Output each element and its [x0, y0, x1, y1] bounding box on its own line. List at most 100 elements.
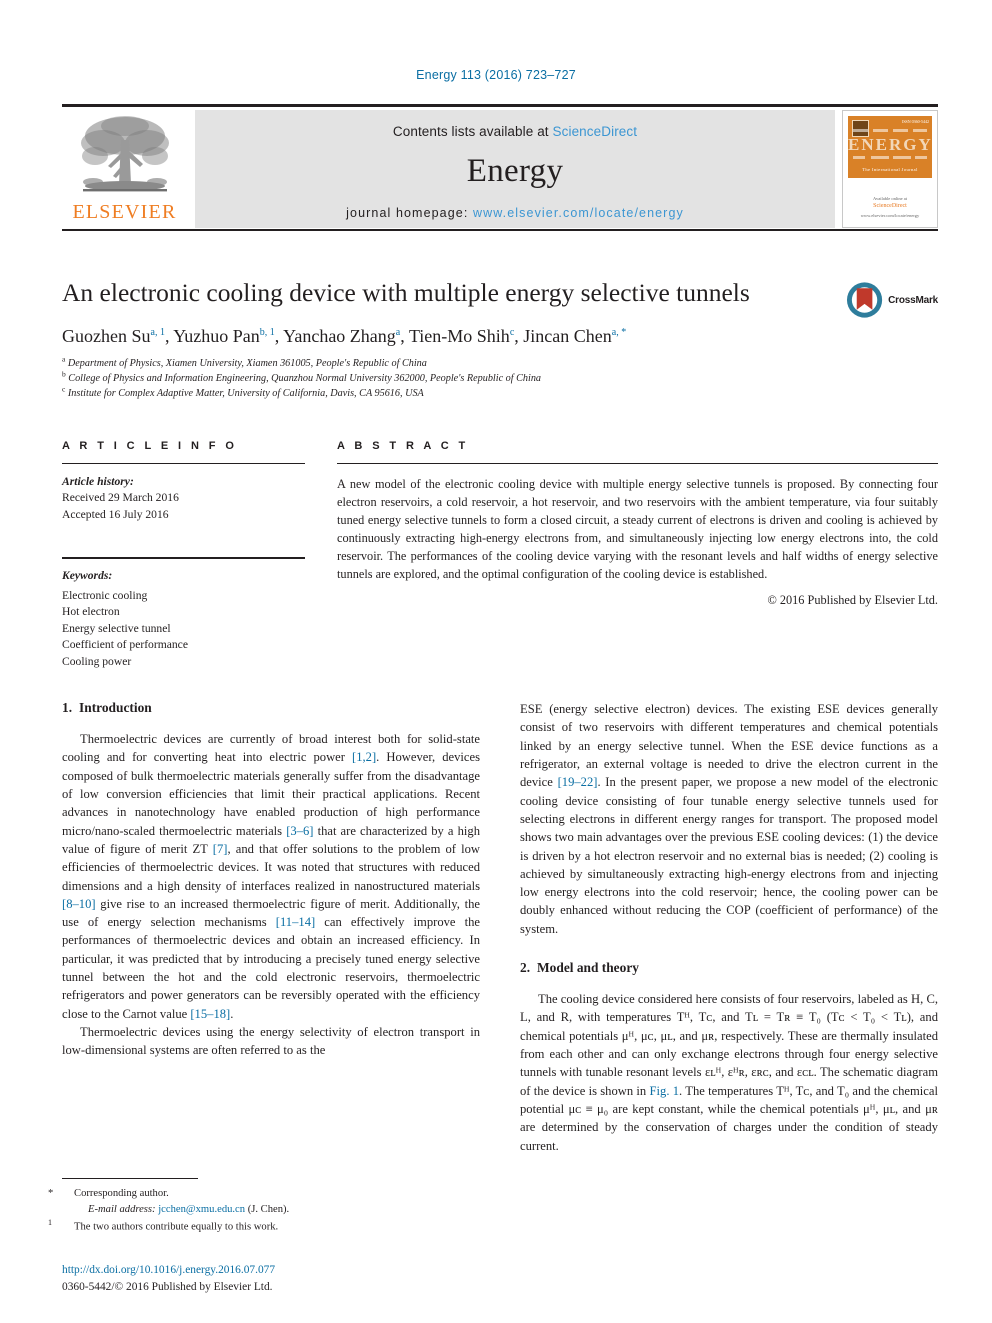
affiliation-mark: c	[62, 384, 66, 394]
math-inline: μᴄ ≡ μ₀	[568, 1101, 609, 1116]
journal-cover-thumbnail: ISSN 0360-5442 ENERGY The International …	[842, 110, 938, 228]
footnote-corresponding-author: * Corresponding author.	[48, 1186, 480, 1202]
author-entry: Yanchao Zhanga,	[283, 326, 409, 346]
footnote-text: The two authors contribute equally to th…	[74, 1221, 279, 1233]
article-history-block: Article history: Received 29 March 2016 …	[62, 474, 305, 523]
cover-footer-line1: Available online at	[873, 196, 907, 202]
crossmark-label: CrossMark	[888, 294, 938, 306]
cover-footer: Available online at ScienceDirect www.el…	[848, 195, 932, 219]
contents-available-line: Contents lists available at ScienceDirec…	[393, 124, 637, 139]
abstract-heading: A B S T R A C T	[337, 440, 469, 452]
author-marks: a, *	[611, 326, 627, 338]
article-info-rule	[62, 463, 305, 464]
masthead-top-rule	[62, 104, 938, 107]
text-run: are determined by the conservation of ch…	[520, 1120, 938, 1153]
sciencedirect-link[interactable]: ScienceDirect	[553, 124, 638, 139]
section-heading-model-and-theory: 2. Model and theory	[520, 960, 938, 976]
math-inline: εʟᴴ, εᴴʀ, εʀᴄ, and εᴄʟ	[704, 1065, 814, 1080]
cover-decor-lines	[853, 129, 927, 132]
citation-ref[interactable]: [3–6]	[286, 824, 313, 838]
author-name: Tien-Mo Shih	[408, 325, 510, 346]
author-entry: Tien-Mo Shihc,	[409, 326, 523, 346]
running-head: Energy 113 (2016) 723–727	[416, 68, 576, 82]
author-sep: ,	[400, 325, 409, 346]
keyword-item: Energy selective tunnel	[62, 621, 171, 635]
author-sep: ,	[274, 325, 284, 346]
footnote-marker: 1	[48, 1218, 52, 1228]
author-sep: ,	[514, 325, 524, 346]
citation-ref[interactable]: [11–14]	[276, 915, 315, 929]
text-run: are kept constant, while the chemical po…	[608, 1101, 864, 1116]
section-title: Model and theory	[537, 960, 639, 976]
page-title: An electronic cooling device with multip…	[62, 278, 750, 307]
doi-link[interactable]: http://dx.doi.org/10.1016/j.energy.2016.…	[62, 1262, 562, 1279]
text-run: . In the present paper, we propose a new…	[520, 775, 938, 936]
math-inline: Tᴴ, Tᴄ, and T₀	[776, 1083, 850, 1098]
footnote-rule	[62, 1178, 198, 1179]
author-entry: Guozhen Sua, 1,	[62, 326, 173, 346]
section-number: 2.	[520, 960, 531, 976]
journal-masthead: ELSEVIER Contents lists available at Sci…	[62, 104, 938, 232]
paragraph: Thermoelectric devices are currently of …	[62, 730, 480, 1023]
author-entry: Jincan Chena, *	[523, 326, 626, 346]
author-name: Jincan Chen	[523, 325, 612, 346]
footer-doi-block: http://dx.doi.org/10.1016/j.energy.2016.…	[62, 1262, 562, 1296]
abstract-text: A new model of the electronic cooling de…	[337, 477, 938, 582]
homepage-label: journal homepage:	[346, 206, 473, 220]
citation-ref[interactable]: [1,2]	[352, 750, 376, 764]
crossmark-badge[interactable]: CrossMark	[846, 280, 938, 320]
masthead-center-panel: Contents lists available at ScienceDirec…	[195, 110, 835, 228]
footnotes-block: * Corresponding author. E-mail address: j…	[48, 1178, 480, 1236]
text-run: can effectively improve the performances…	[62, 915, 480, 1021]
author-list: Guozhen Sua, 1, Yuzhuo Panb, 1, Yanchao …	[62, 325, 938, 348]
author-name: Guozhen Su	[62, 325, 151, 346]
author-name: Yanchao Zhang	[283, 325, 396, 346]
right-column: ESE (energy selective electron) devices.…	[520, 700, 938, 1155]
paragraph: The cooling device considered here consi…	[520, 990, 938, 1155]
citation-ref[interactable]: [15–18]	[190, 1007, 230, 1021]
article-header: An electronic cooling device with multip…	[62, 278, 938, 401]
footnote-equal-contribution: 1 The two authors contribute equally to t…	[48, 1217, 480, 1235]
article-accepted: Accepted 16 July 2016	[62, 507, 169, 521]
text-run: (	[820, 1010, 831, 1025]
keyword-item: Hot electron	[62, 605, 120, 619]
masthead-bottom-rule	[62, 229, 938, 231]
text-run: .	[230, 1006, 234, 1021]
email-suffix: (J. Chen).	[247, 1203, 290, 1215]
cover-subtitle: The International Journal	[862, 167, 918, 172]
article-info-heading: A R T I C L E I N F O	[62, 440, 238, 452]
affiliation-item: c Institute for Complex Adaptive Matter,…	[62, 384, 938, 402]
math-inline: Tᴄ < T₀ < Tʟ	[830, 1010, 907, 1025]
figure-ref[interactable]: Fig. 1	[650, 1084, 680, 1098]
section-heading-introduction: 1. Introduction	[62, 700, 480, 716]
text-run: . The temperatures	[679, 1083, 777, 1098]
email-label: E-mail address:	[88, 1203, 156, 1215]
body-columns: 1. Introduction Thermoelectric devices ar…	[62, 700, 938, 1170]
affiliation-mark: b	[62, 369, 66, 379]
email-link[interactable]: jcchen@xmu.edu.cn	[158, 1204, 245, 1215]
citation-ref[interactable]: [7]	[213, 842, 228, 856]
affiliation-mark: a	[62, 354, 66, 364]
paragraph: Thermoelectric devices using the energy …	[62, 1025, 480, 1058]
math-inline: Tᴴ, Tᴄ, and Tʟ = Tʀ ≡ T₀	[676, 1010, 821, 1025]
homepage-url-link[interactable]: www.elsevier.com/locate/energy	[473, 206, 684, 220]
footnote-marker: *	[48, 1188, 54, 1199]
elsevier-logo: ELSEVIER	[62, 110, 187, 228]
footnote-email: E-mail address: jcchen@xmu.edu.cn (J. Ch…	[62, 1202, 480, 1218]
left-column: 1. Introduction Thermoelectric devices ar…	[62, 700, 480, 1060]
citation-ref[interactable]: [19–22]	[558, 775, 598, 789]
keyword-item: Electronic cooling	[62, 588, 148, 602]
cover-footer-line3: www.elsevier.com/locate/energy	[860, 212, 920, 218]
journal-title: Energy	[466, 153, 564, 189]
affiliation-item: a Department of Physics, Xiamen Universi…	[62, 354, 938, 372]
keywords-block: Keywords: Electronic cooling Hot electro…	[62, 568, 305, 670]
cover-title: ENERGY	[848, 135, 933, 154]
keywords-rule	[62, 557, 305, 560]
affiliation-text: Institute for Complex Adaptive Matter, U…	[67, 387, 424, 399]
abstract-copyright: © 2016 Published by Elsevier Ltd.	[767, 593, 938, 608]
citation-ref[interactable]: [8–10]	[62, 897, 96, 911]
author-marks: a, 1	[150, 326, 165, 338]
author-name: Yuzhuo Pan	[173, 325, 260, 346]
section-title: Introduction	[79, 700, 152, 715]
affiliation-text: College of Physics and Information Engin…	[68, 372, 542, 384]
